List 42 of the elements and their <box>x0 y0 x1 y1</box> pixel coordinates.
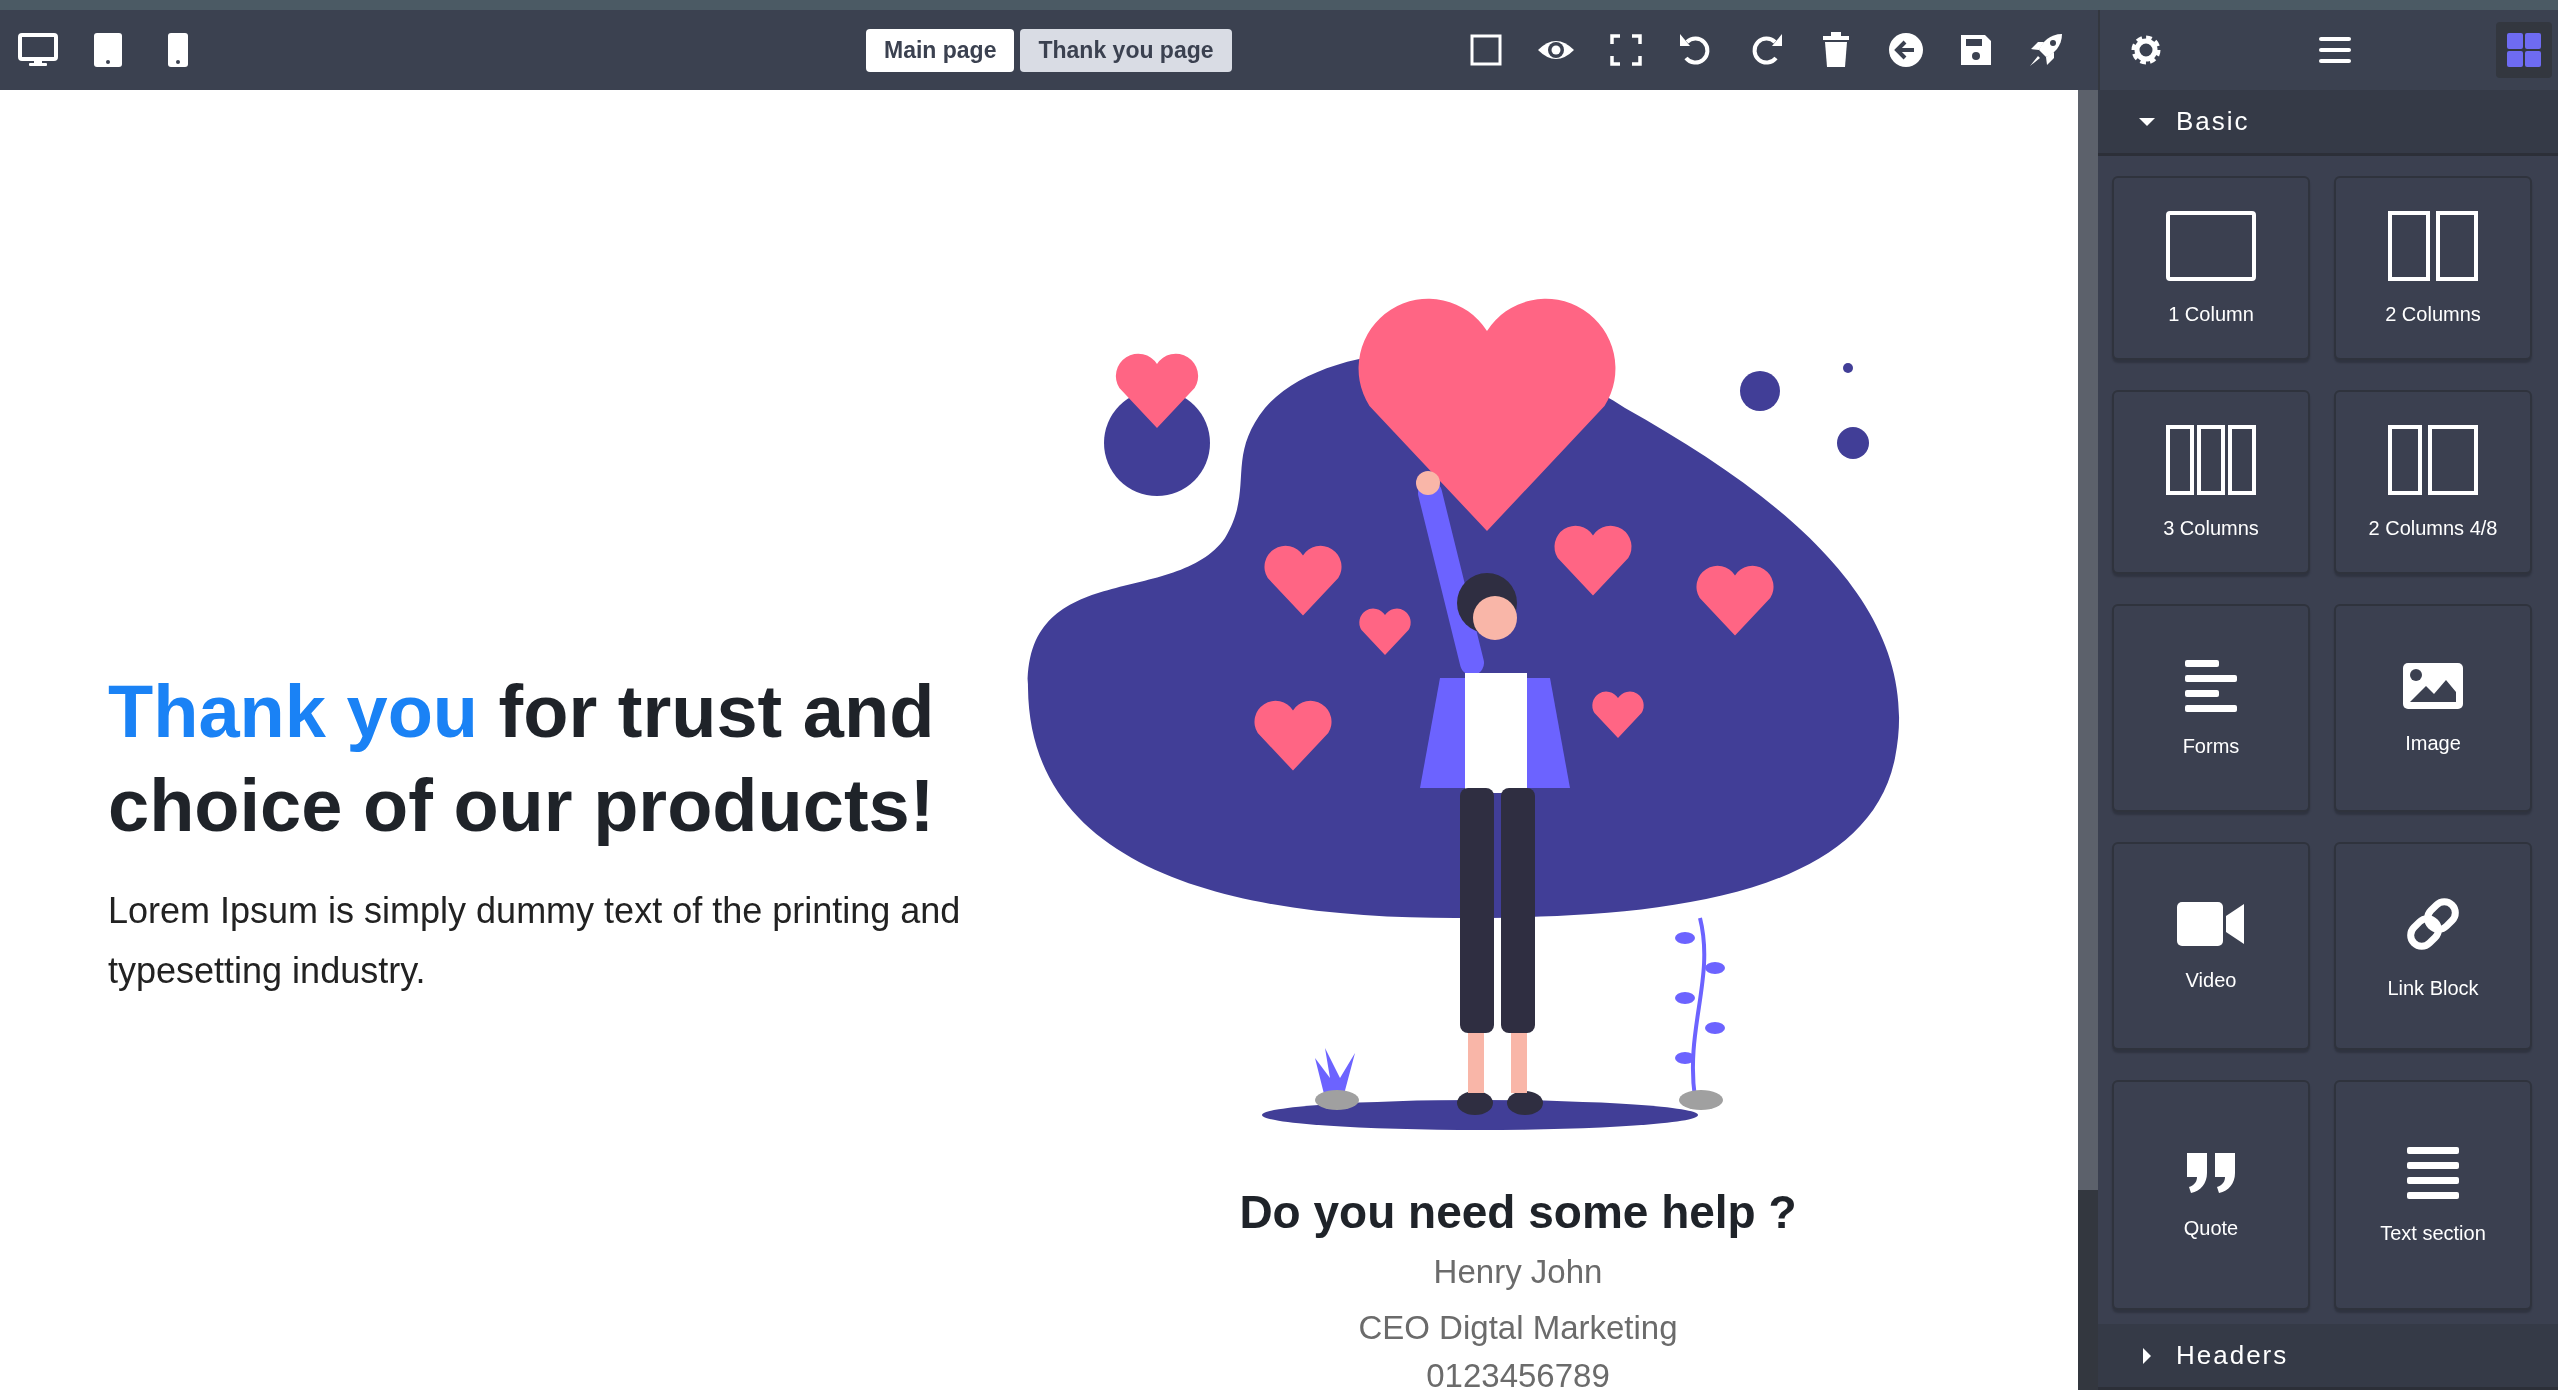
help-heading: Do you need some help ? <box>1238 1185 1798 1240</box>
block-label: Link Block <box>2387 976 2479 1000</box>
one-column-icon <box>2166 210 2256 281</box>
block-tile[interactable]: Forms <box>2112 604 2310 812</box>
page-tab[interactable]: Main page <box>866 28 1015 72</box>
contact-role: CEO Digtal Marketing <box>1357 1308 1679 1348</box>
image-icon <box>2402 661 2464 710</box>
block-label: Forms <box>2182 734 2240 758</box>
block-tile[interactable]: 2 Columns 4/8 <box>2334 390 2532 574</box>
block-tile[interactable]: Image <box>2334 604 2532 812</box>
category-header[interactable]: Headers <box>2098 1324 2558 1390</box>
page-tab[interactable]: Thank you page <box>1020 28 1232 72</box>
blocks-grid-icon[interactable] <box>2496 22 2552 78</box>
block-label: Quote <box>2183 1216 2239 1240</box>
block-label: 2 Columns 4/8 <box>2368 516 2498 540</box>
two-columns-icon <box>2388 424 2478 495</box>
block-label: 1 Column <box>2168 302 2254 326</box>
block-label: 3 Columns <box>2163 516 2259 540</box>
block-tile[interactable]: 1 Column <box>2112 176 2310 360</box>
block-tile[interactable]: Video <box>2112 842 2310 1050</box>
text-lines-icon <box>2406 1145 2460 1200</box>
quote-icon <box>2185 1150 2237 1195</box>
block-tile[interactable]: 3 Columns <box>2112 390 2310 574</box>
block-label: Text section <box>2380 1221 2486 1245</box>
block-label: Image <box>2405 731 2461 755</box>
back-arrow-icon[interactable] <box>1886 30 1926 70</box>
category-header[interactable]: Basic <box>2098 90 2558 156</box>
video-camera-icon <box>2176 900 2246 947</box>
form-lines-icon <box>2183 658 2239 713</box>
hero-paragraph: Lorem Ipsum is simply dummy text of the printing and typesetting industry. <box>108 889 962 993</box>
block-tile[interactable]: 2 Columns <box>2334 176 2532 360</box>
two-columns-icon <box>2388 210 2478 281</box>
contact-name: Henry John <box>1432 1252 1604 1292</box>
block-tile[interactable]: Link Block <box>2334 842 2532 1050</box>
block-tile[interactable]: Text section <box>2334 1080 2532 1310</box>
three-columns-icon <box>2166 424 2256 495</box>
block-label: 2 Columns <box>2385 302 2481 326</box>
contact-phone: 0123456789 <box>1425 1356 1611 1390</box>
canvas-scrollbar[interactable] <box>2078 90 2098 1390</box>
block-tile[interactable]: Quote <box>2112 1080 2310 1310</box>
hero-heading: Thank you for trust and choice of our products! <box>108 669 936 849</box>
block-label: Video <box>2185 968 2237 992</box>
